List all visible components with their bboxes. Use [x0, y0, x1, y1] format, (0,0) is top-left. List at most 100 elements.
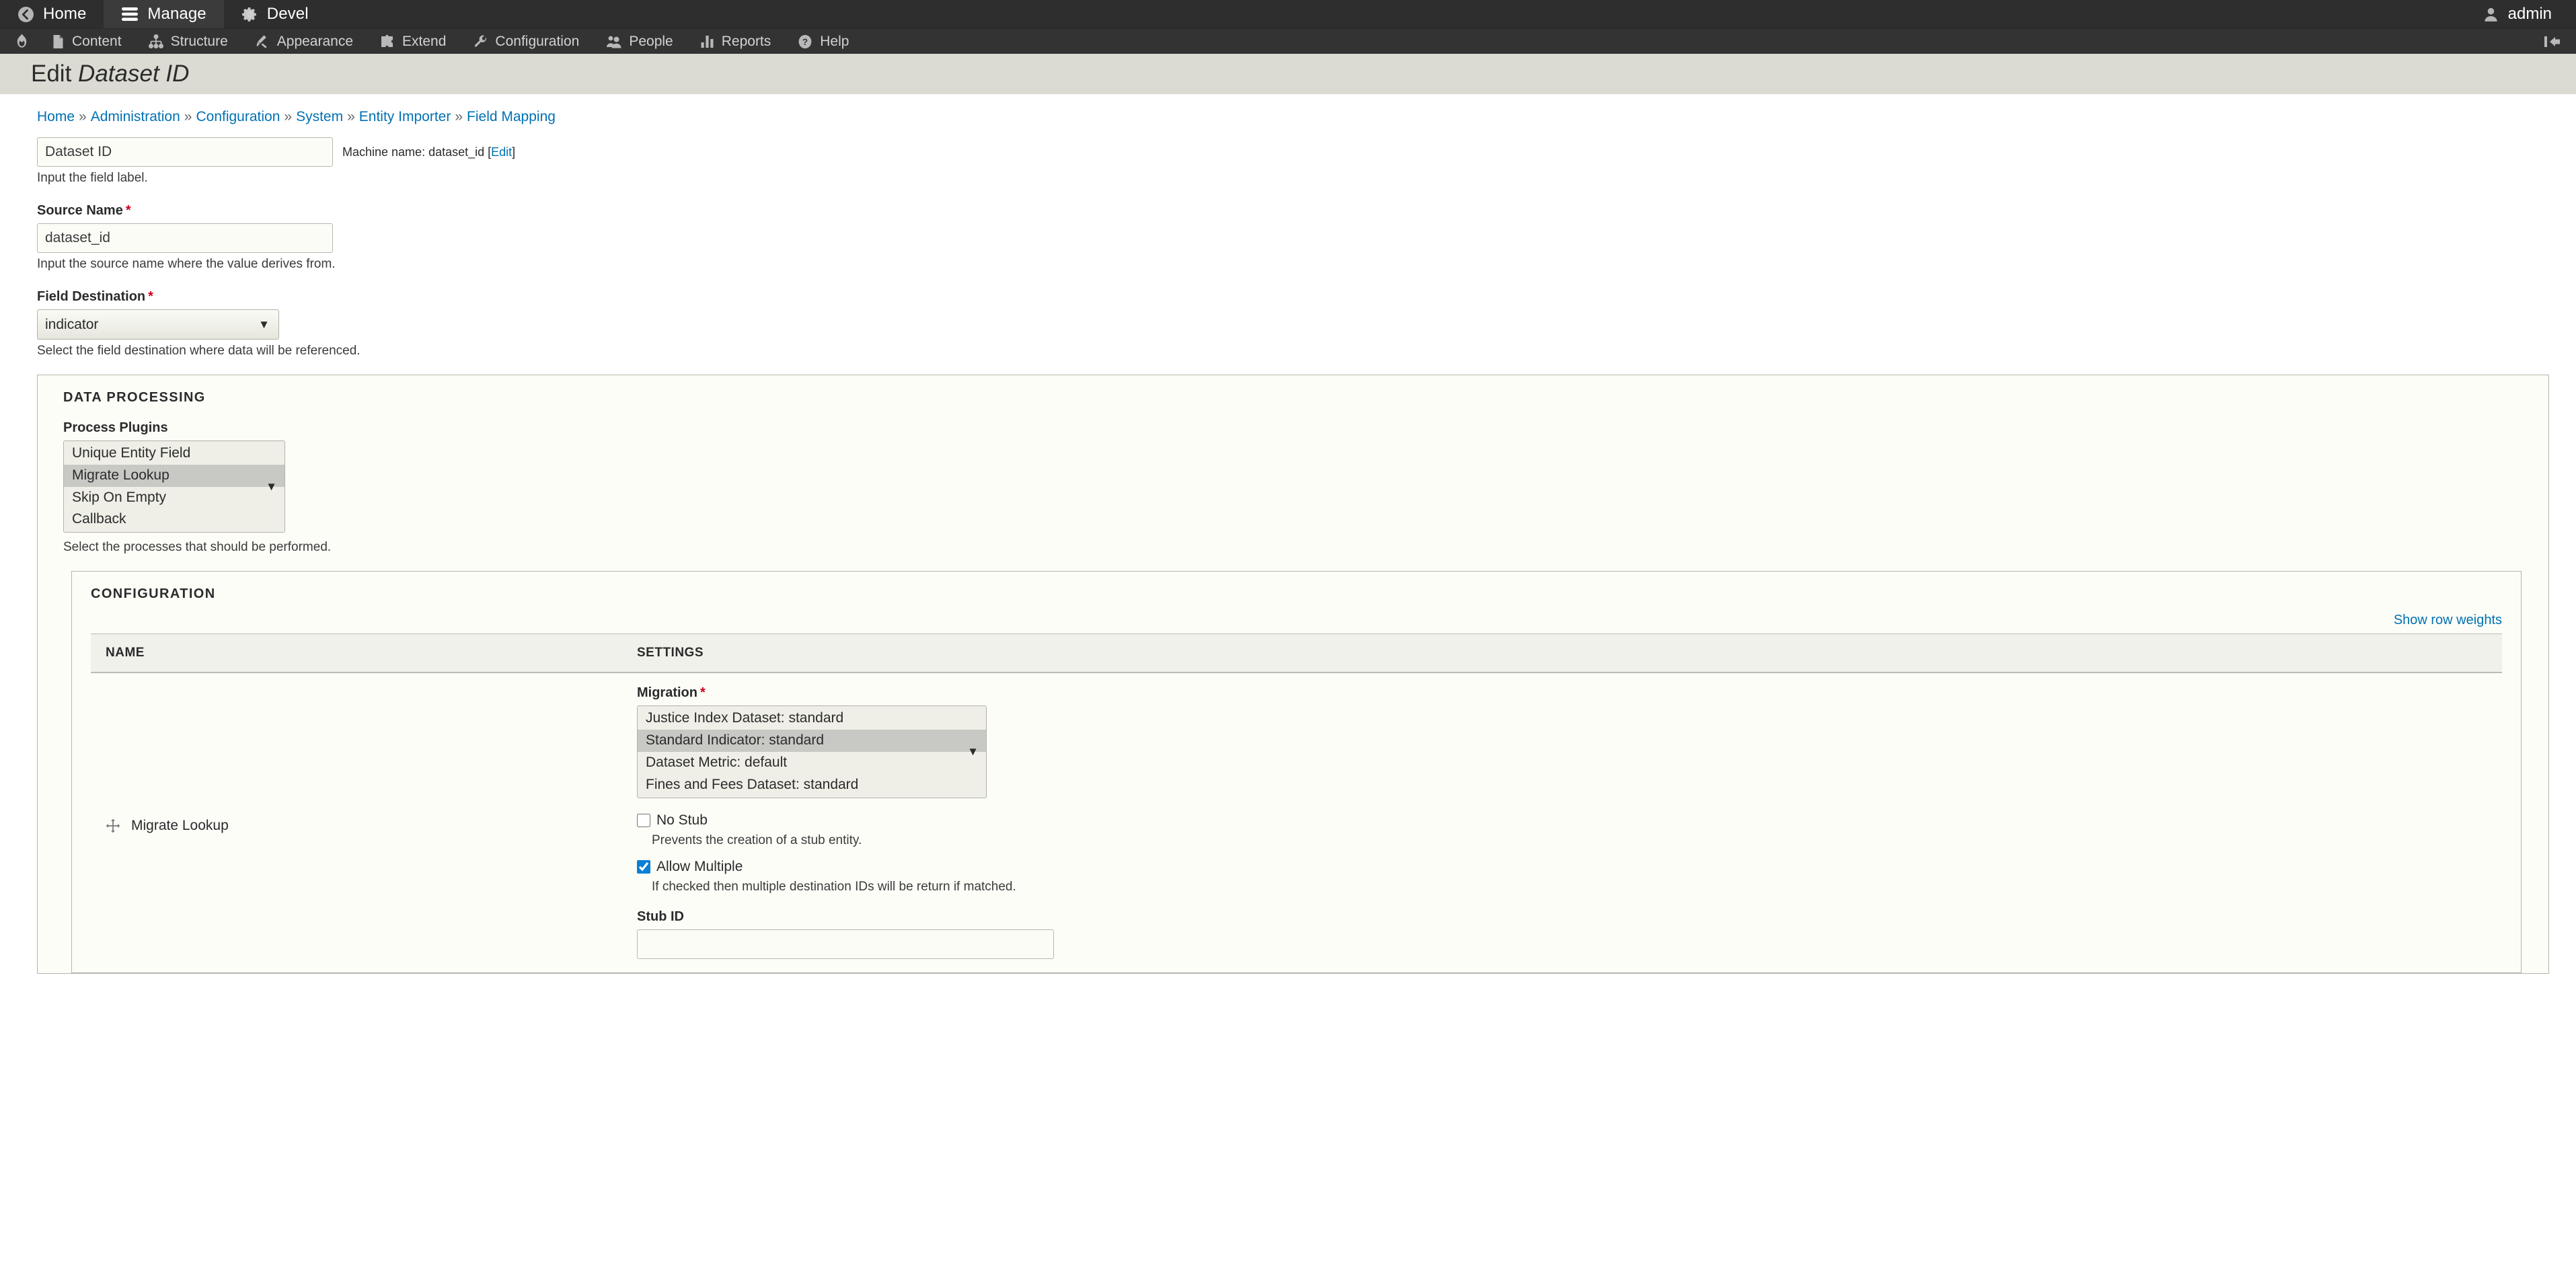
- sitemap-icon: [148, 34, 163, 49]
- toolbar-item-devel-label: Devel: [266, 5, 309, 23]
- admin-menu-item-people-label: People: [629, 33, 673, 49]
- breadcrumb-item-home[interactable]: Home: [37, 109, 75, 124]
- breadcrumb-separator: »: [284, 109, 293, 124]
- stub-id-label: Stub ID: [637, 909, 684, 924]
- breadcrumb-item-entity-importer[interactable]: Entity Importer: [359, 109, 451, 124]
- process-plugins-item: Process Plugins Unique Entity Field Migr…: [63, 420, 2548, 555]
- migration-option[interactable]: Justice Index Dataset: standard: [638, 707, 986, 730]
- machine-name-edit-link[interactable]: Edit: [491, 145, 512, 159]
- admin-menu-item-extend[interactable]: Extend: [367, 29, 459, 54]
- admin-menu-item-reports-label: Reports: [721, 33, 771, 49]
- column-header-name: Name: [91, 634, 622, 674]
- home-back-icon: [17, 6, 34, 23]
- toolbar-item-manage[interactable]: Manage: [104, 0, 224, 28]
- process-plugins-listbox[interactable]: Unique Entity Field Migrate Lookup Skip …: [63, 440, 285, 533]
- breadcrumb-item-administration[interactable]: Administration: [91, 109, 180, 124]
- allow-multiple-label[interactable]: Allow Multiple: [656, 859, 743, 875]
- page-title-emphasis: Dataset ID: [78, 61, 190, 87]
- admin-menu-item-extend-label: Extend: [402, 33, 447, 49]
- data-processing-title: Data Processing: [63, 390, 206, 405]
- admin-menu-bar: Content Structure Appearance Extend Conf…: [0, 28, 2576, 54]
- table-header-row: Name Settings: [91, 634, 2502, 674]
- toolbar-account-label: admin: [2507, 5, 2552, 23]
- admin-menu-item-configuration[interactable]: Configuration: [459, 29, 593, 54]
- admin-menu-item-appearance[interactable]: Appearance: [241, 29, 367, 54]
- drag-handle-icon[interactable]: [106, 818, 120, 833]
- collapse-sidebar-button[interactable]: [2529, 29, 2576, 54]
- breadcrumb-separator: »: [455, 109, 463, 124]
- migration-option-selected[interactable]: Standard Indicator: standard: [638, 730, 986, 752]
- data-processing-fieldset: Data Processing Process Plugins Unique E…: [37, 375, 2549, 974]
- field-label-item: Machine name: dataset_id [Edit] Input th…: [37, 137, 2576, 186]
- data-processing-body: Process Plugins Unique Entity Field Migr…: [38, 406, 2548, 973]
- required-marker: *: [700, 685, 706, 701]
- hamburger-icon: [121, 7, 139, 22]
- process-plugins-label: Process Plugins: [63, 420, 168, 435]
- breadcrumb: Home» Administration» Configuration» System…: [0, 94, 2576, 125]
- puzzle-piece-icon: [380, 34, 395, 49]
- source-name-label-text: Source Name: [37, 203, 123, 218]
- breadcrumb-item-field-mapping[interactable]: Field Mapping: [467, 109, 556, 124]
- no-stub-row: No Stub: [637, 812, 2502, 829]
- top-toolbar: Home Manage Devel admin: [0, 0, 2576, 28]
- source-name-label: Source Name *: [37, 203, 2576, 219]
- toolbar-item-devel[interactable]: Devel: [224, 0, 326, 28]
- field-label-input[interactable]: [37, 137, 333, 167]
- no-stub-label[interactable]: No Stub: [656, 812, 708, 829]
- row-name-drag-row: Migrate Lookup: [106, 818, 622, 834]
- page-title-prefix: Edit: [31, 61, 72, 87]
- wrench-icon: [473, 34, 488, 49]
- page-title: Edit Dataset ID: [31, 61, 189, 87]
- admin-menu-item-help-label: Help: [820, 33, 849, 49]
- migration-option[interactable]: Dataset Metric: default: [638, 752, 986, 774]
- page-title-band: Edit Dataset ID: [0, 54, 2576, 94]
- source-name-description: Input the source name where the value de…: [37, 257, 336, 271]
- process-plugins-option[interactable]: Unique Entity Field: [64, 443, 285, 465]
- no-stub-checkbox[interactable]: [637, 813, 650, 827]
- process-plugins-option[interactable]: Skip On Empty: [64, 487, 285, 509]
- admin-menu-item-structure-label: Structure: [170, 33, 228, 49]
- migration-label: Migration *: [637, 685, 2502, 701]
- admin-menu-item-structure[interactable]: Structure: [135, 29, 241, 54]
- admin-menu-item-content-label: Content: [72, 33, 122, 49]
- toolbar-account[interactable]: admin: [2458, 0, 2576, 28]
- people-icon: [606, 34, 621, 49]
- configuration-title: Configuration: [91, 586, 216, 602]
- row-name-label: Migrate Lookup: [131, 818, 229, 834]
- field-destination-description: Select the field destination where data …: [37, 344, 361, 358]
- migration-option[interactable]: Fines and Fees Dataset: standard: [638, 774, 986, 796]
- breadcrumb-separator: »: [79, 109, 87, 124]
- machine-name-suffix: ]: [512, 145, 516, 159]
- allow-multiple-row: Allow Multiple: [637, 859, 2502, 875]
- breadcrumb-item-system[interactable]: System: [296, 109, 343, 124]
- field-destination-label: Field Destination *: [37, 289, 2576, 305]
- admin-menu-item-people[interactable]: People: [593, 29, 686, 54]
- column-header-settings: Settings: [622, 634, 2502, 674]
- admin-menu-item-home[interactable]: [0, 29, 38, 54]
- field-destination-select[interactable]: indicator: [37, 309, 279, 340]
- toolbar-item-home-label: Home: [43, 5, 87, 23]
- breadcrumb-item-configuration[interactable]: Configuration: [196, 109, 280, 124]
- migration-listbox-wrap: Justice Index Dataset: standard Standard…: [637, 705, 987, 798]
- svg-text:?: ?: [802, 37, 808, 47]
- admin-menu-item-content[interactable]: Content: [38, 29, 135, 54]
- field-destination-label-text: Field Destination: [37, 289, 146, 304]
- toolbar-item-home[interactable]: Home: [0, 0, 104, 28]
- source-name-input[interactable]: [37, 223, 333, 253]
- field-destination-item: Field Destination * indicator ▼ Select th…: [37, 289, 2576, 358]
- allow-multiple-description: If checked then multiple destination IDs…: [652, 879, 1016, 894]
- process-plugins-option[interactable]: Callback: [64, 508, 285, 531]
- admin-menu-item-reports[interactable]: Reports: [687, 29, 785, 54]
- admin-menu-item-appearance-label: Appearance: [276, 33, 354, 49]
- question-mark-icon: ?: [798, 34, 812, 49]
- required-marker: *: [125, 203, 131, 218]
- migration-listbox[interactable]: Justice Index Dataset: standard Standard…: [637, 705, 987, 798]
- row-name-cell: Migrate Lookup: [91, 673, 622, 972]
- configuration-table-head: Name Settings: [91, 634, 2502, 674]
- stub-id-input[interactable]: [637, 929, 1054, 959]
- admin-menu-item-help[interactable]: ? Help: [784, 29, 862, 54]
- show-row-weights-link[interactable]: Show row weights: [2394, 613, 2502, 628]
- no-stub-description: Prevents the creation of a stub entity.: [652, 833, 862, 847]
- allow-multiple-checkbox[interactable]: [637, 859, 650, 874]
- process-plugins-option-selected[interactable]: Migrate Lookup: [64, 464, 285, 487]
